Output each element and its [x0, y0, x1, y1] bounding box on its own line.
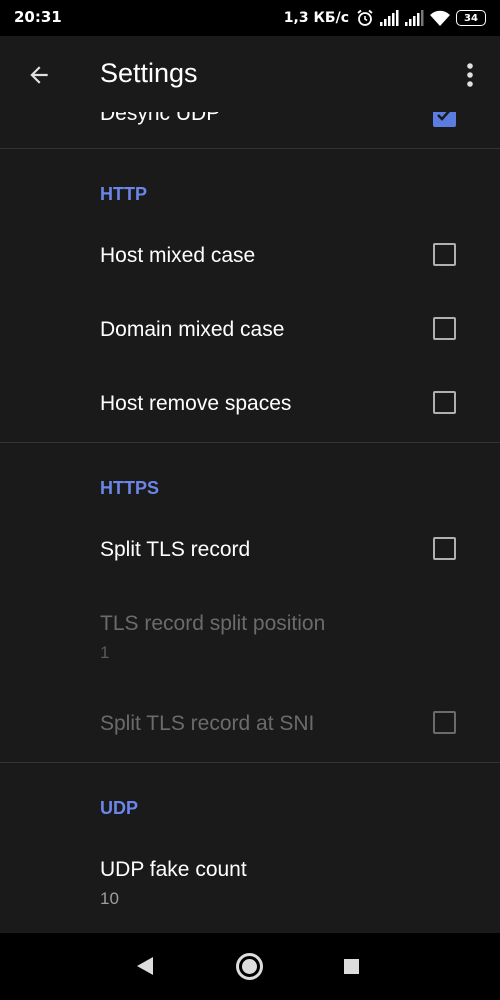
category-https: HTTPS: [100, 478, 160, 498]
nav-recents-icon[interactable]: [344, 959, 359, 974]
pref-title: Domain mixed case: [100, 318, 285, 341]
domain-mixed-case-checkbox[interactable]: [433, 317, 456, 340]
nav-home-icon[interactable]: [236, 953, 263, 980]
pref-split-tls-record[interactable]: Split TLS record: [0, 513, 500, 587]
pref-title: Host remove spaces: [100, 392, 292, 415]
status-time: 20:31: [14, 8, 62, 26]
signal-icon: [405, 10, 424, 26]
host-remove-spaces-checkbox[interactable]: [433, 391, 456, 414]
host-mixed-case-checkbox[interactable]: [433, 243, 456, 266]
pref-tls-record-split-position[interactable]: TLS record split position 1: [0, 587, 500, 687]
pref-split-tls-record-at-sni[interactable]: Split TLS record at SNI: [0, 687, 500, 761]
battery-icon: 34: [456, 10, 486, 26]
overflow-menu-button[interactable]: [460, 60, 480, 90]
pref-host-remove-spaces[interactable]: Host remove spaces: [0, 367, 500, 441]
pref-title: Split TLS record at SNI: [100, 712, 315, 735]
wifi-icon: [430, 10, 450, 26]
alarm-icon: [357, 9, 373, 26]
pref-summary: 10: [100, 889, 119, 908]
status-bar: 20:31 1,3 КБ/с 34: [0, 0, 500, 36]
category-http: HTTP: [100, 184, 147, 204]
split-tls-record-checkbox[interactable]: [433, 537, 456, 560]
signal-icon: [380, 10, 399, 26]
divider: [0, 148, 500, 149]
pref-udp-fake-count[interactable]: UDP fake count 10: [0, 833, 500, 933]
net-speed: 1,3 КБ/с: [283, 10, 349, 26]
status-icons: 1,3 КБ/с 34: [284, 7, 486, 29]
pref-title: Split TLS record: [100, 538, 251, 561]
pref-summary: 1: [100, 643, 110, 662]
settings-list[interactable]: Desync UDP HTTP Host mixed case Domain m…: [0, 36, 500, 933]
more-vert-icon: [467, 63, 473, 87]
system-nav-bar: [0, 933, 500, 1000]
category-udp: UDP: [100, 798, 139, 818]
nav-back-icon[interactable]: [136, 956, 154, 976]
arrow-back-icon: [30, 66, 48, 84]
pref-title: Host mixed case: [100, 244, 256, 267]
pref-title: TLS record split position: [100, 612, 326, 635]
divider: [0, 762, 500, 763]
pref-title: UDP fake count: [100, 858, 247, 881]
pref-host-mixed-case[interactable]: Host mixed case: [0, 219, 500, 293]
pref-domain-mixed-case[interactable]: Domain mixed case: [0, 293, 500, 367]
divider: [0, 442, 500, 443]
split-tls-sni-checkbox[interactable]: [433, 711, 456, 734]
back-button[interactable]: [22, 58, 56, 92]
app-bar: Settings: [0, 36, 500, 112]
page-title: Settings: [100, 58, 198, 88]
